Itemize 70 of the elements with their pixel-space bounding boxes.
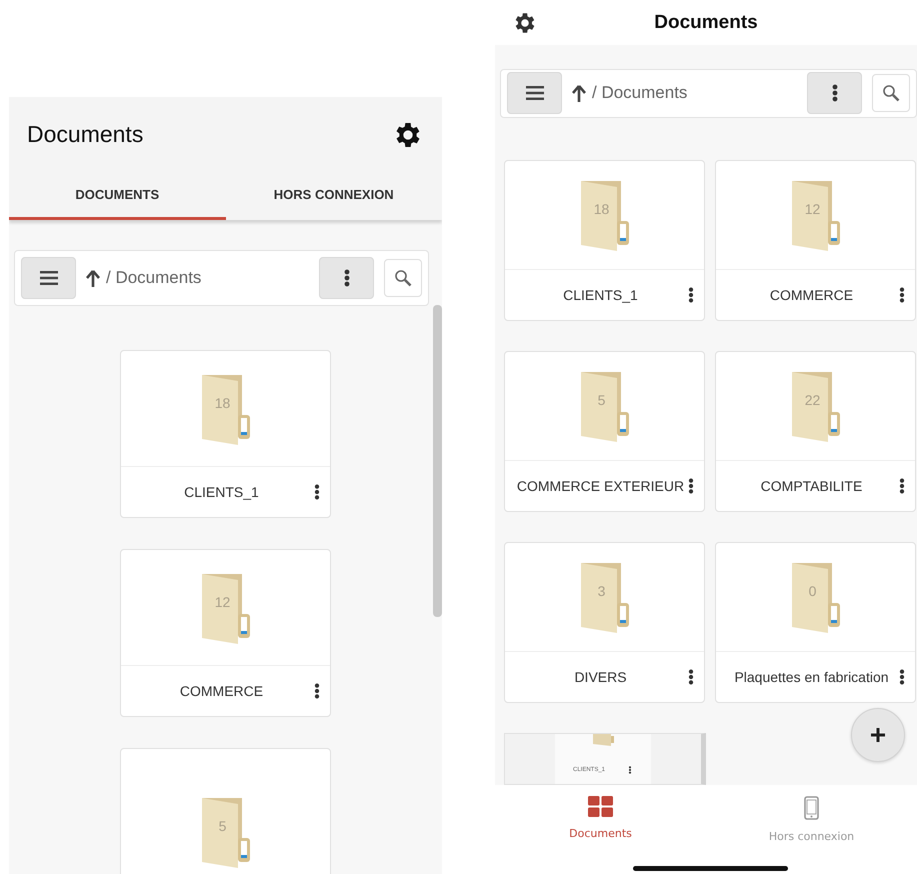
- folder-name: CLIENTS_1: [562, 286, 639, 303]
- menu-button[interactable]: [507, 72, 562, 114]
- page-title: Documents: [27, 121, 144, 148]
- folder-name: Plaquettes en fabrication: [733, 668, 890, 685]
- folder-icon: [790, 560, 842, 633]
- folder-count: 3: [596, 582, 606, 599]
- folder-name: COMMERCE EXTERIEUR: [516, 478, 686, 494]
- folder-count: 5: [218, 818, 228, 834]
- more-icon[interactable]: [899, 478, 905, 494]
- add-button[interactable]: [851, 708, 905, 762]
- folder-icon: [591, 734, 615, 746]
- folder-icon: [790, 370, 842, 442]
- up-arrow-icon[interactable]: [572, 84, 586, 102]
- more-icon[interactable]: [832, 84, 838, 102]
- folder-card[interactable]: 18 CLIENTS_1: [120, 350, 331, 518]
- folder-icon: [200, 796, 252, 868]
- folder-card[interactable]: 12 COMMERCE: [120, 549, 331, 717]
- folder-count: 22: [804, 392, 822, 408]
- more-icon[interactable]: [899, 286, 905, 303]
- folder-card[interactable]: 12 COMMERCE: [715, 160, 916, 321]
- folder-name: COMMERCE: [178, 683, 264, 699]
- folder-icon: [200, 372, 252, 444]
- folder-count: 5: [596, 392, 606, 408]
- more-icon[interactable]: [688, 286, 694, 303]
- folder-count: 12: [804, 200, 822, 217]
- menu-button[interactable]: [21, 257, 76, 299]
- folder-count: 0: [808, 582, 818, 599]
- breadcrumb-path[interactable]: / Documents: [592, 83, 688, 104]
- tab[interactable]: HORS CONNEXION: [226, 172, 442, 220]
- grid-icon: [588, 796, 613, 817]
- folder-icon: [790, 178, 842, 251]
- up-arrow-icon[interactable]: [86, 270, 100, 286]
- search-icon: [394, 269, 412, 287]
- menu-icon: [40, 271, 58, 285]
- more-button[interactable]: [807, 72, 862, 114]
- breadcrumb-path[interactable]: / Documents: [106, 268, 202, 288]
- search-button[interactable]: [872, 74, 910, 112]
- folder-icon: [578, 178, 630, 251]
- more-icon[interactable]: [627, 766, 633, 774]
- more-icon[interactable]: [314, 484, 320, 500]
- more-button[interactable]: [319, 257, 374, 299]
- folder-name: CLIENTS_1: [183, 484, 260, 500]
- phone-icon: [804, 796, 819, 820]
- scrollbar[interactable]: [433, 305, 442, 617]
- page-title: Documents: [654, 12, 758, 34]
- folder-name: COMPTABILITE: [760, 478, 864, 494]
- folder-icon: [578, 560, 630, 633]
- folder-card[interactable]: 3 DIVERS: [504, 542, 705, 703]
- folder-count: 18: [592, 200, 610, 217]
- search-button[interactable]: [384, 259, 422, 297]
- folder-icon: [578, 370, 630, 442]
- bottom-tab[interactable]: Documents: [495, 785, 706, 845]
- folder-card[interactable]: 5 COMMERCE EXTERIEUR: [504, 350, 705, 512]
- folder-card[interactable]: 22 COMPTABILITE: [715, 350, 916, 512]
- folder-icon: [200, 572, 252, 644]
- folder-count: 18: [214, 394, 232, 410]
- plus-icon: [871, 728, 885, 742]
- more-icon[interactable]: [314, 683, 320, 699]
- more-icon[interactable]: [899, 668, 905, 685]
- more-icon[interactable]: [688, 478, 694, 494]
- folder-card[interactable]: 18 CLIENTS_1: [504, 160, 705, 321]
- more-icon[interactable]: [344, 269, 350, 287]
- folder-name: DIVERS: [573, 668, 628, 685]
- folder-name: COMMERCE: [768, 286, 854, 303]
- more-icon[interactable]: [688, 668, 694, 685]
- menu-icon: [526, 86, 544, 100]
- tab[interactable]: DOCUMENTS: [9, 172, 226, 220]
- folder-count: 12: [214, 594, 232, 610]
- folder-card[interactable]: 0 Plaquettes en fabrication: [715, 542, 916, 703]
- search-icon: [882, 84, 900, 102]
